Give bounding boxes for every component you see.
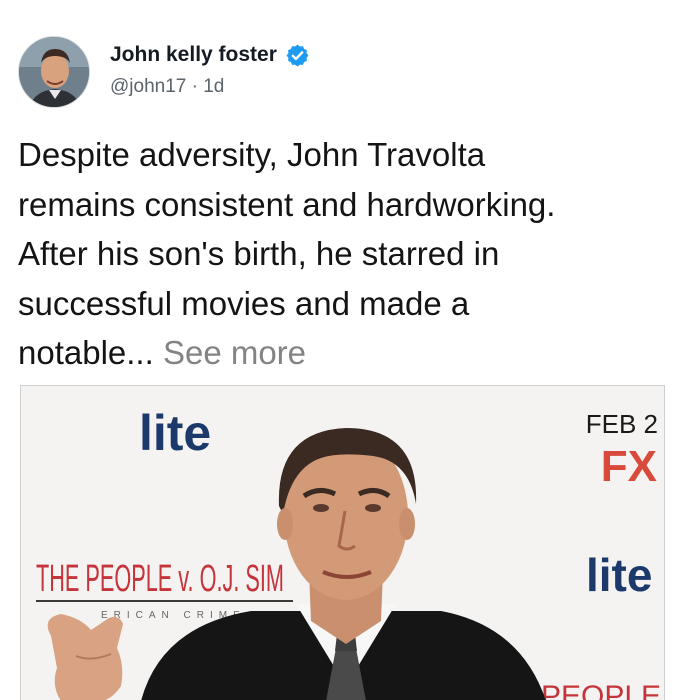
post-body: Despite adversity, John Travolta remains… [18,130,682,378]
post-meta: @john17 · 1d [110,76,224,98]
post-image[interactable]: lite FEB 2 FX THE PEOPLE v. O.J. SIM ERI… [20,385,665,700]
see-more-link[interactable]: See more [163,334,306,371]
post-header: John kelly foster @john17 · 1d [18,36,678,112]
post-age[interactable]: 1d [203,76,224,97]
media-photo: lite FEB 2 FX THE PEOPLE v. O.J. SIM ERI… [21,386,665,700]
backdrop-logo-left: lite [139,405,211,461]
backdrop-title: THE PEOPLE v. O.J. SIM [36,558,284,600]
verified-badge-icon [286,44,309,66]
meta-separator: · [191,76,198,97]
backdrop-bottom: PEOPLE v. O.J [541,680,665,700]
author-handle[interactable]: @john17 [110,76,186,97]
person-hand [47,614,123,700]
author-avatar[interactable] [18,36,90,108]
backdrop-network: FX [601,442,657,491]
avatar-photo [19,37,89,107]
author-line: John kelly foster [110,40,310,70]
backdrop-logo-right: lite [586,549,652,601]
author-name[interactable]: John kelly foster [110,43,277,67]
backdrop-date: FEB 2 [586,409,658,439]
